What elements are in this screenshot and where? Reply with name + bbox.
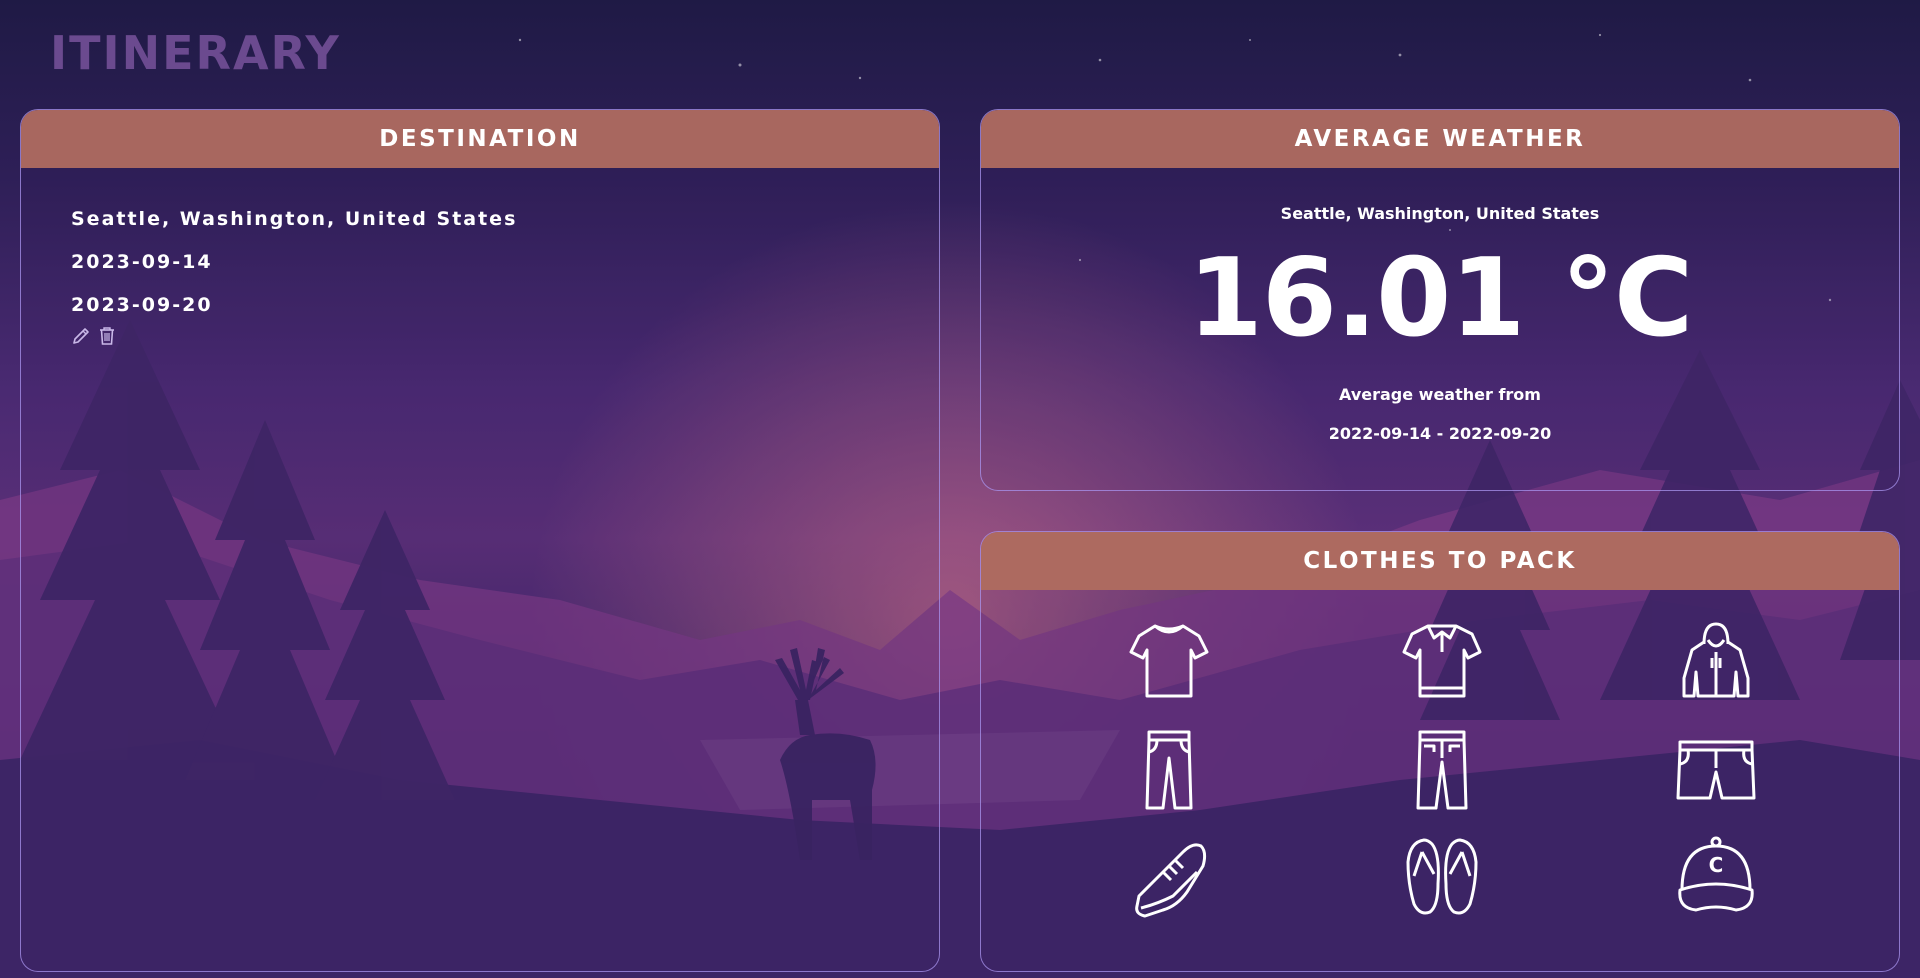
sneaker-icon xyxy=(1127,834,1211,918)
flip-flops-icon xyxy=(1400,834,1484,918)
clothes-grid: C xyxy=(981,590,1899,971)
destination-end-date: 2023-09-20 xyxy=(71,294,213,316)
trash-icon[interactable] xyxy=(97,325,117,347)
weather-card: AVERAGE WEATHER Seattle, Washington, Uni… xyxy=(980,109,1900,491)
weather-body: Seattle, Washington, United States 16.01… xyxy=(981,204,1899,443)
clothes-header: CLOTHES TO PACK xyxy=(981,532,1899,590)
destination-location: Seattle, Washington, United States xyxy=(71,208,518,230)
weather-location: Seattle, Washington, United States xyxy=(1280,204,1600,223)
weather-temperature: 16.01 °C xyxy=(1187,236,1693,361)
weather-header: AVERAGE WEATHER xyxy=(981,110,1899,168)
jeans-icon xyxy=(1400,728,1484,812)
app-title: ITINERARY xyxy=(50,26,341,80)
pants-icon xyxy=(1127,728,1211,812)
destination-actions xyxy=(71,325,939,347)
hoodie-icon xyxy=(1674,618,1758,702)
edit-icon[interactable] xyxy=(71,325,91,347)
destination-header: DESTINATION xyxy=(21,110,939,168)
cap-icon: C xyxy=(1674,834,1758,918)
weather-date-range: 2022-09-14 - 2022-09-20 xyxy=(1328,424,1552,443)
destination-start-date: 2023-09-14 xyxy=(71,251,213,273)
shorts-icon xyxy=(1674,728,1758,812)
destination-card: DESTINATION Seattle, Washington, United … xyxy=(20,109,940,972)
t-shirt-icon xyxy=(1127,618,1211,702)
cap-letter: C xyxy=(1709,853,1724,877)
polo-shirt-icon xyxy=(1400,618,1484,702)
clothes-card: CLOTHES TO PACK C xyxy=(980,531,1900,972)
weather-from-label: Average weather from xyxy=(1339,385,1541,404)
destination-body: Seattle, Washington, United States 2023-… xyxy=(21,168,939,347)
page: ITINERARY DESTINATION Seattle, Washingto… xyxy=(0,0,1920,978)
